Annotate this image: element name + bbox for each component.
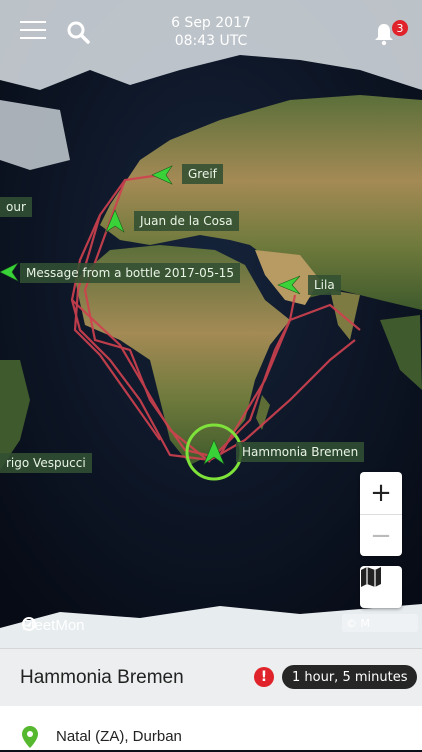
vessel-label-amerigo-vespucci[interactable]: rigo Vespucci — [0, 453, 92, 473]
zoom-in-button[interactable]: + — [360, 472, 402, 515]
top-bar: 6 Sep 2017 08:43 UTC 3 — [0, 0, 422, 62]
time-text: 08:43 UTC — [174, 33, 248, 49]
date-text: 6 Sep 2017 — [171, 15, 251, 31]
destination-text: Natal (ZA), Durban — [56, 728, 182, 745]
fleetmon-logo: FleetMon — [22, 617, 85, 634]
eta-badge: 1 hour, 5 minutes — [282, 665, 418, 689]
vessel-label-greif[interactable]: Greif — [182, 164, 223, 184]
vessel-label-partial-left[interactable]: our — [0, 197, 32, 217]
fleetmon-logo-icon — [22, 617, 36, 631]
ship-name: Hammonia Bremen — [20, 667, 184, 688]
world-map — [0, 0, 422, 648]
zoom-out-button[interactable]: − — [360, 515, 402, 557]
vessel-label-message-bottle[interactable]: Message from a bottle 2017-05-15 — [20, 263, 240, 283]
map-view[interactable]: 6 Sep 2017 08:43 UTC 3 Greif Juan de la … — [0, 0, 422, 648]
notification-badge: 3 — [392, 20, 408, 36]
vessel-label-lila[interactable]: Lila — [308, 275, 341, 295]
map-layers-button[interactable] — [360, 566, 402, 608]
vessel-label-hammonia-bremen[interactable]: Hammonia Bremen — [236, 442, 365, 462]
destination-row[interactable]: Natal (ZA), Durban — [0, 706, 422, 750]
zoom-control: + − — [360, 472, 402, 556]
ship-summary-panel[interactable]: Hammonia Bremen ! 1 hour, 5 minutes — [0, 648, 422, 706]
alert-icon[interactable]: ! — [254, 667, 274, 687]
map-icon — [361, 567, 381, 587]
map-copyright[interactable]: © M — [342, 614, 418, 632]
vessel-label-juan-de-la-cosa[interactable]: Juan de la Cosa — [134, 211, 239, 231]
datetime: 6 Sep 2017 08:43 UTC — [0, 14, 422, 50]
location-pin-icon — [22, 726, 38, 752]
